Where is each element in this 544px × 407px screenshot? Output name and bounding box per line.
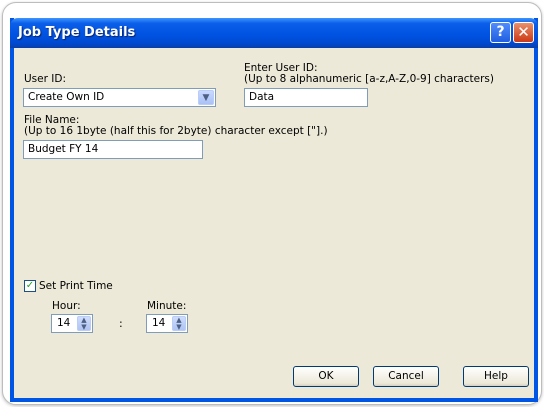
help-titlebar-button[interactable]: ? bbox=[490, 22, 511, 43]
file-name-input[interactable]: Budget FY 14 bbox=[23, 140, 203, 159]
user-id-label: User ID: bbox=[24, 73, 66, 85]
question-icon: ? bbox=[496, 24, 505, 40]
minute-label: Minute: bbox=[147, 300, 187, 312]
hour-value: 14 bbox=[57, 317, 71, 329]
minute-value: 14 bbox=[152, 317, 166, 329]
hour-spinner[interactable]: 14 ▲ ▼ bbox=[51, 314, 93, 333]
cancel-button[interactable]: Cancel bbox=[373, 366, 439, 387]
spinner-arrows-icon[interactable]: ▲ ▼ bbox=[77, 316, 91, 331]
enter-user-id-hint: (Up to 8 alphanumeric [a-z,A-Z,0-9] char… bbox=[244, 73, 495, 85]
set-print-time-checkbox[interactable]: ✓ bbox=[24, 280, 36, 292]
user-id-selected-value: Create Own ID bbox=[28, 91, 105, 103]
hour-label: Hour: bbox=[52, 300, 81, 312]
file-name-hint: (Up to 16 1byte (half this for 2byte) ch… bbox=[24, 125, 328, 137]
time-separator: : bbox=[119, 317, 123, 330]
ok-button[interactable]: OK bbox=[293, 366, 359, 387]
user-id-input-value: Data bbox=[249, 91, 275, 103]
set-print-time-label: Set Print Time bbox=[39, 280, 113, 292]
window-title: Job Type Details bbox=[18, 25, 136, 40]
close-icon: ✕ bbox=[517, 23, 530, 41]
minute-spinner[interactable]: 14 ▲ ▼ bbox=[146, 314, 188, 333]
spinner-arrows-icon[interactable]: ▲ ▼ bbox=[172, 316, 186, 331]
user-id-input[interactable]: Data bbox=[244, 88, 368, 107]
title-bar[interactable]: Job Type Details ? ✕ bbox=[10, 18, 538, 48]
file-name-input-value: Budget FY 14 bbox=[28, 143, 99, 155]
chevron-down-icon[interactable]: ▼ bbox=[198, 90, 214, 105]
close-button[interactable]: ✕ bbox=[513, 22, 534, 43]
help-button[interactable]: Help bbox=[463, 366, 529, 387]
user-id-dropdown[interactable]: Create Own ID ▼ bbox=[23, 88, 216, 107]
